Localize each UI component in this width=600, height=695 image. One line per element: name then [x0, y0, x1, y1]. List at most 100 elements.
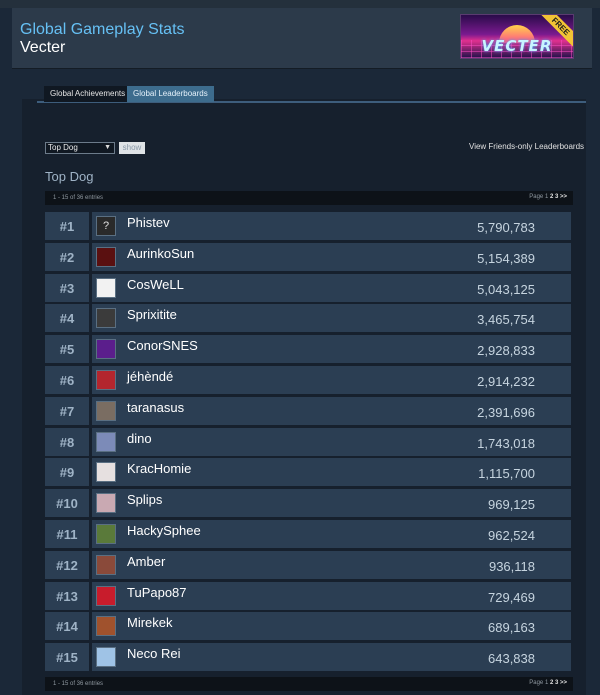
leaderboard-row[interactable]: #3 CosWeLL 5,043,125	[45, 274, 571, 302]
row-body: Sprixitite 3,465,754	[92, 304, 571, 332]
player-name[interactable]: Sprixitite	[127, 307, 177, 322]
page-link-1[interactable]: 1	[545, 680, 548, 686]
page-links: Page 1 2 3 >>	[529, 194, 567, 200]
avatar[interactable]	[96, 586, 116, 606]
page-links: Page 1 2 3 >>	[529, 680, 567, 686]
entries-info: 1 - 15 of 36 entries	[53, 681, 104, 687]
chevron-down-icon: ▼	[104, 144, 111, 151]
player-score: 2,928,833	[477, 343, 535, 358]
row-rank: #7	[45, 397, 89, 425]
leaderboard-row[interactable]: #2 AurinkoSun 5,154,389	[45, 243, 571, 271]
avatar[interactable]	[96, 370, 116, 390]
avatar[interactable]	[96, 339, 116, 359]
avatar[interactable]	[96, 647, 116, 667]
row-rank: #11	[45, 520, 89, 548]
avatar[interactable]	[96, 616, 116, 636]
leaderboard-title: Top Dog	[45, 169, 94, 184]
game-logo[interactable]: VECTER FREE	[460, 14, 574, 59]
player-name[interactable]: dino	[127, 431, 152, 446]
page-link-next[interactable]: >>	[560, 194, 567, 200]
row-body: ? Phistev 5,790,783	[92, 212, 571, 240]
player-score: 5,043,125	[477, 282, 535, 297]
leaderboard-row[interactable]: #8 dino 1,743,018	[45, 428, 571, 456]
player-name[interactable]: Mirekek	[127, 615, 173, 630]
row-rank: #2	[45, 243, 89, 271]
row-rank: #13	[45, 582, 89, 610]
leaderboard-row[interactable]: #5 ConorSNES 2,928,833	[45, 335, 571, 363]
avatar[interactable]	[96, 401, 116, 421]
row-body: ConorSNES 2,928,833	[92, 335, 571, 363]
player-name[interactable]: ConorSNES	[127, 338, 198, 353]
avatar[interactable]	[96, 493, 116, 513]
leaderboard-row[interactable]: #6 jéhèndé 2,914,232	[45, 366, 571, 394]
page-title: Global Gameplay Stats	[20, 21, 185, 38]
avatar[interactable]	[96, 555, 116, 575]
page-label: Page	[529, 680, 544, 686]
page-label: Page	[529, 194, 544, 200]
avatar[interactable]	[96, 308, 116, 328]
page-link-2[interactable]: 2	[550, 194, 553, 200]
avatar[interactable]	[96, 278, 116, 298]
player-name[interactable]: CosWeLL	[127, 277, 184, 292]
row-rank: #3	[45, 274, 89, 302]
player-name[interactable]: AurinkoSun	[127, 246, 194, 261]
leaderboard-row[interactable]: #7 taranasus 2,391,696	[45, 397, 571, 425]
avatar[interactable]	[96, 462, 116, 482]
page-link-3[interactable]: 3	[555, 680, 558, 686]
leaderboard-select[interactable]: Top Dog ▼	[45, 142, 115, 154]
page-link-2[interactable]: 2	[550, 680, 553, 686]
avatar[interactable]	[96, 524, 116, 544]
avatar[interactable]	[96, 247, 116, 267]
leaderboard-row[interactable]: #11 HackySphee 962,524	[45, 520, 571, 548]
player-score: 936,118	[488, 559, 535, 574]
leaderboard-row[interactable]: #14 Mirekek 689,163	[45, 612, 571, 640]
leaderboard-row[interactable]: #15 Neco Rei 643,838	[45, 643, 571, 671]
row-rank: #1	[45, 212, 89, 240]
page-link-3[interactable]: 3	[555, 194, 558, 200]
row-body: dino 1,743,018	[92, 428, 571, 456]
player-score: 1,115,700	[478, 466, 535, 481]
entries-info: 1 - 15 of 36 entries	[53, 195, 104, 201]
player-name[interactable]: HackySphee	[127, 523, 201, 538]
player-score: 5,790,783	[477, 220, 535, 235]
row-rank: #8	[45, 428, 89, 456]
row-rank: #12	[45, 551, 89, 579]
player-name[interactable]: Splips	[127, 492, 162, 507]
player-score: 689,163	[488, 620, 535, 635]
player-score: 729,469	[488, 590, 535, 605]
row-body: AurinkoSun 5,154,389	[92, 243, 571, 271]
player-name[interactable]: KracHomie	[127, 461, 191, 476]
leaderboard-row[interactable]: #4 Sprixitite 3,465,754	[45, 304, 571, 332]
page-link-next[interactable]: >>	[560, 680, 567, 686]
player-score: 2,914,232	[477, 374, 535, 389]
player-score: 5,154,389	[477, 251, 535, 266]
question-mark-icon[interactable]: ?	[96, 216, 116, 236]
player-name[interactable]: Amber	[127, 554, 165, 569]
tab-global-achievements[interactable]: Global Achievements	[44, 86, 132, 102]
leaderboard-row[interactable]: #10 Splips 969,125	[45, 489, 571, 517]
player-name[interactable]: Neco Rei	[127, 646, 180, 661]
show-button[interactable]: show	[119, 142, 145, 154]
row-body: CosWeLL 5,043,125	[92, 274, 571, 302]
row-body: Neco Rei 643,838	[92, 643, 571, 671]
friends-leaderboards-link[interactable]: View Friends-only Leaderboards	[469, 142, 584, 151]
player-name[interactable]: taranasus	[127, 400, 184, 415]
row-body: jéhèndé 2,914,232	[92, 366, 571, 394]
page-link-1[interactable]: 1	[545, 194, 548, 200]
player-name[interactable]: Phistev	[127, 215, 170, 230]
page-header: Global Gameplay Stats Vecter VECTER FREE	[12, 8, 592, 69]
player-name[interactable]: jéhèndé	[127, 369, 173, 384]
leaderboard-row[interactable]: #13 TuPapo87 729,469	[45, 582, 571, 610]
player-score: 1,743,018	[477, 436, 535, 451]
leaderboard-row[interactable]: #1? Phistev 5,790,783	[45, 212, 571, 240]
tab-global-leaderboards[interactable]: Global Leaderboards	[127, 86, 214, 102]
leaderboard-row[interactable]: #12 Amber 936,118	[45, 551, 571, 579]
game-name[interactable]: Vecter	[20, 39, 65, 57]
row-body: Splips 969,125	[92, 489, 571, 517]
player-name[interactable]: TuPapo87	[127, 585, 187, 600]
avatar[interactable]	[96, 432, 116, 452]
leaderboard-row[interactable]: #9 KracHomie 1,115,700	[45, 458, 571, 486]
player-score: 3,465,754	[477, 312, 535, 327]
pager-top: 1 - 15 of 36 entries Page 1 2 3 >>	[45, 191, 573, 205]
row-body: Amber 936,118	[92, 551, 571, 579]
